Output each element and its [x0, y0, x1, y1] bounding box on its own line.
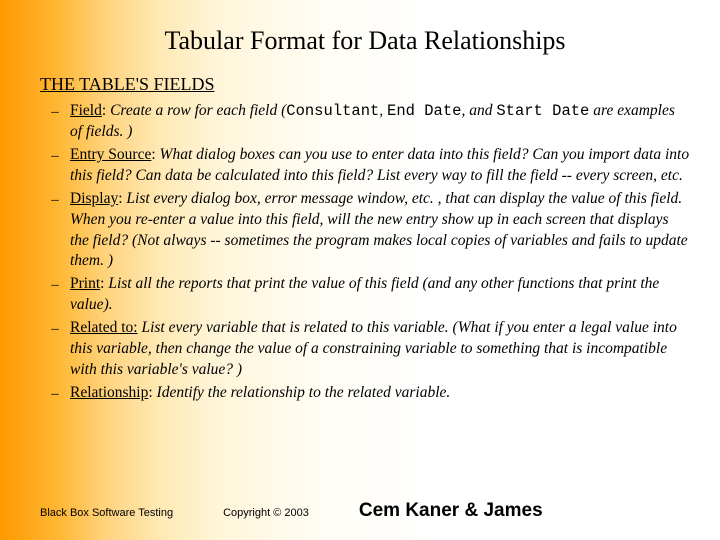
item-body: Field: Create a row for each field (Cons…: [70, 101, 690, 143]
mono-text: Consultant: [286, 102, 379, 120]
field-desc: List all the reports that print the valu…: [70, 275, 659, 313]
field-desc: Create a row for each field (Consultant,…: [70, 102, 675, 140]
list-item: – Print: List all the reports that print…: [40, 274, 690, 316]
field-desc: Identify the relationship to the related…: [157, 384, 451, 401]
field-desc: What dialog boxes can you use to enter d…: [70, 146, 689, 184]
field-label: Display: [70, 190, 118, 207]
sep: :: [102, 102, 110, 119]
field-label: Relationship: [70, 384, 148, 401]
footer-authors: Cem Kaner & James: [359, 500, 543, 522]
list-item: – Display: List every dialog box, error …: [40, 189, 690, 273]
mono-text: Start Date: [496, 102, 589, 120]
item-body: Relationship: Identify the relationship …: [70, 383, 690, 404]
fields-heading: THE TABLE'S FIELDS: [40, 74, 690, 95]
field-label: Related to:: [70, 319, 138, 336]
field-label: Field: [70, 102, 102, 119]
footer-copyright: Copyright © 2003: [223, 507, 309, 519]
fields-list: – Field: Create a row for each field (Co…: [40, 101, 690, 404]
bullet-dash: –: [40, 383, 70, 404]
bullet-dash: –: [40, 274, 70, 295]
field-desc: List every variable that is related to t…: [70, 319, 677, 378]
list-item: – Related to: List every variable that i…: [40, 318, 690, 381]
bullet-dash: –: [40, 145, 70, 166]
slide-title: Tabular Format for Data Relationships: [40, 26, 690, 56]
list-item: – Relationship: Identify the relationshi…: [40, 383, 690, 404]
sep: :: [151, 146, 159, 163]
item-body: Print: List all the reports that print t…: [70, 274, 690, 316]
field-label: Entry Source: [70, 146, 151, 163]
item-body: Display: List every dialog box, error me…: [70, 189, 690, 273]
list-item: – Entry Source: What dialog boxes can yo…: [40, 145, 690, 187]
bullet-dash: –: [40, 318, 70, 339]
field-desc: List every dialog box, error message win…: [70, 190, 688, 270]
footer-left: Black Box Software Testing: [40, 507, 173, 519]
field-label: Print: [70, 275, 100, 292]
item-body: Entry Source: What dialog boxes can you …: [70, 145, 690, 187]
bullet-dash: –: [40, 101, 70, 122]
bullet-dash: –: [40, 189, 70, 210]
sep: :: [148, 384, 156, 401]
list-item: – Field: Create a row for each field (Co…: [40, 101, 690, 143]
slide: Tabular Format for Data Relationships TH…: [0, 0, 720, 540]
item-body: Related to: List every variable that is …: [70, 318, 690, 381]
footer: Black Box Software Testing Copyright © 2…: [40, 500, 690, 522]
mono-text: End Date: [387, 102, 461, 120]
